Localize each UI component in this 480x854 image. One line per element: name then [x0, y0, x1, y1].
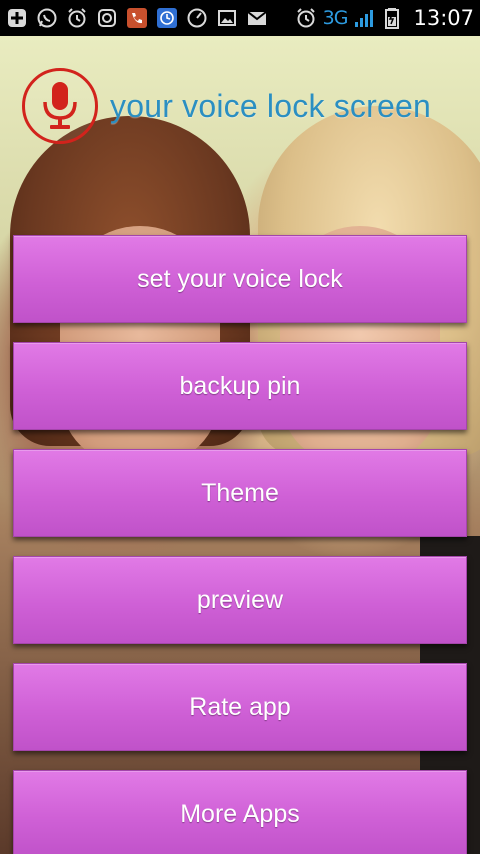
set-voice-lock-button[interactable]: set your voice lock — [13, 235, 467, 323]
alarm-icon — [66, 7, 88, 29]
status-bar: 3G 13:07 — [0, 0, 480, 36]
image-icon — [216, 7, 238, 29]
whatsapp-icon — [36, 7, 58, 29]
clock-app-icon — [156, 7, 178, 29]
backup-pin-button[interactable]: backup pin — [13, 342, 467, 430]
status-clock: 13:07 — [413, 6, 474, 30]
speedometer-icon — [186, 7, 208, 29]
main-menu: set your voice lock backup pin Theme pre… — [13, 235, 467, 854]
gmail-icon — [246, 7, 268, 29]
network-type: 3G — [322, 7, 349, 29]
app-screen: your voice lock screen set your voice lo… — [0, 36, 480, 854]
more-apps-button[interactable]: More Apps — [13, 770, 467, 854]
signal-icon — [353, 7, 375, 29]
call-app-icon — [126, 7, 148, 29]
theme-button[interactable]: Theme — [13, 449, 467, 537]
app-title: your voice lock screen — [110, 87, 431, 124]
alarm-icon — [295, 7, 317, 29]
app-header: your voice lock screen — [22, 68, 431, 144]
add-icon — [6, 7, 28, 29]
preview-button[interactable]: preview — [13, 556, 467, 644]
battery-icon — [381, 7, 403, 29]
microphone-icon — [22, 68, 98, 144]
instagram-icon — [96, 7, 118, 29]
system-icons: 3G 13:07 — [295, 6, 474, 30]
notification-icons — [6, 7, 268, 29]
rate-app-button[interactable]: Rate app — [13, 663, 467, 751]
